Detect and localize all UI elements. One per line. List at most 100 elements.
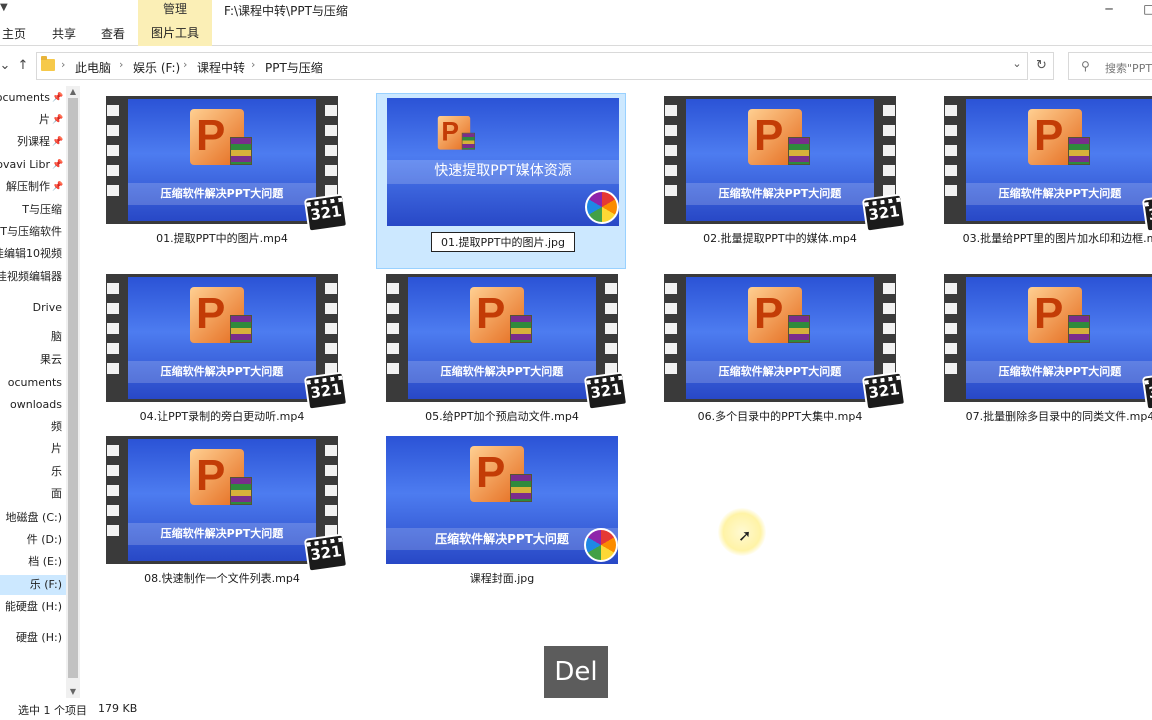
- sidebar-item[interactable]: 片 📌: [0, 110, 66, 130]
- media-player-badge-icon: 321: [1141, 193, 1152, 233]
- sidebar-item-label: Drive: [32, 301, 62, 314]
- file-tile[interactable]: P 压缩软件解决PPT大问题 课程封面.jpg: [362, 426, 618, 602]
- thumbnail-screen: P 压缩软件解决PPT大问题: [966, 99, 1152, 221]
- maximize-button[interactable]: □: [1126, 0, 1152, 20]
- sidebar-item[interactable]: 解压制作 📌: [0, 177, 66, 197]
- file-tile[interactable]: P 压缩软件解决PPT大问题 321 06.多个目录中的PPT大集中.mp4: [640, 264, 907, 440]
- file-name: 05.给PPT加个预启动文件.mp4: [425, 410, 579, 423]
- thumbnail-screen: P 压缩软件解决PPT大问题: [966, 277, 1152, 399]
- address-bar[interactable]: › 此电脑 › 娱乐 (F:) › 课程中转 › PPT与压缩 ⌄: [36, 52, 1028, 80]
- tab-picture-tools[interactable]: 图片工具: [138, 20, 212, 46]
- sidebar-item-label: 面: [51, 487, 62, 500]
- mouse-cursor-icon: ➚: [738, 526, 752, 545]
- powerpoint-logo-icon: P: [748, 109, 812, 169]
- quick-access-dropdown-icon[interactable]: ▼: [0, 2, 16, 18]
- chevron-right-icon[interactable]: ›: [251, 58, 255, 71]
- chevron-right-icon[interactable]: ›: [61, 58, 65, 71]
- selection-count: 选中 1 个项目: [18, 704, 87, 717]
- thumbnail-screen: P 压缩软件解决PPT大问题: [686, 277, 874, 399]
- chevron-down-icon[interactable]: ⌄: [1009, 57, 1025, 75]
- sidebar-item-label: 件 (D:): [26, 533, 62, 546]
- recent-locations-icon[interactable]: ⌄: [0, 56, 14, 76]
- media-player-badge-icon: 321: [861, 371, 907, 411]
- scroll-down-icon[interactable]: ▼: [66, 686, 80, 698]
- file-tile[interactable]: P 压缩软件解决PPT大问题 321 01.提取PPT中的图片.mp4: [82, 86, 349, 262]
- breadcrumb-drive-f[interactable]: 娱乐 (F:): [133, 59, 180, 76]
- tab-share[interactable]: 共享: [52, 25, 76, 42]
- file-view: P 压缩软件解决PPT大问题 321 01.提取PPT中的图片.mp4 P 快速提取PPT…: [82, 86, 1152, 696]
- sidebar-item[interactable]: 件 (D:): [0, 530, 66, 550]
- file-tile[interactable]: P 压缩软件解决PPT大问题 321 02.批量提取PPT中的媒体.mp4: [640, 86, 907, 262]
- file-tile[interactable]: P 压缩软件解决PPT大问题 321 03.批量给PPT里的图片加水印和边框.m: [920, 86, 1152, 262]
- sidebar-item[interactable]: 脑: [0, 327, 66, 347]
- sidebar-item-label: 档 (E:): [28, 555, 62, 568]
- scroll-up-icon[interactable]: ▲: [66, 86, 80, 98]
- filename-edit-field[interactable]: 01.提取PPT中的图片.jpg: [431, 232, 575, 252]
- file-tile[interactable]: P 压缩软件解决PPT大问题 321 05.给PPT加个预启动文件.mp4: [362, 264, 629, 440]
- thumbnail-screen: P 压缩软件解决PPT大问题: [128, 99, 316, 221]
- sidebar-item[interactable]: 果云: [0, 350, 66, 370]
- scrollbar-thumb[interactable]: [68, 98, 78, 678]
- ribbon-tabs: 主页 共享 查看 图片工具: [0, 20, 1152, 46]
- chevron-right-icon[interactable]: ›: [183, 58, 187, 71]
- pin-icon: 📌: [52, 93, 64, 103]
- video-thumbnail: P 压缩软件解决PPT大问题 321: [106, 274, 349, 411]
- file-name: 07.批量删除多目录中的同类文件.mp4: [965, 410, 1152, 423]
- thumbnail-caption: 压缩软件解决PPT大问题: [128, 183, 316, 205]
- sidebar-item-label: 片: [51, 442, 62, 455]
- sidebar-item[interactable]: Drive: [0, 298, 66, 318]
- search-icon: ⚲: [1081, 59, 1090, 73]
- sidebar-item[interactable]: ovavi Libr 📌: [0, 155, 66, 175]
- sidebar-item-label: ovavi Libr: [0, 158, 50, 171]
- sidebar-item[interactable]: 乐 (F:): [0, 575, 66, 595]
- file-tile[interactable]: P 快速提取PPT媒体资源 01.提取PPT中的图片.jpg: [376, 93, 626, 269]
- sidebar-item[interactable]: T与压缩: [0, 200, 66, 220]
- powerpoint-logo-icon: P: [748, 287, 812, 347]
- sidebar-item[interactable]: 佳视频编辑器: [0, 267, 66, 287]
- sidebar-item[interactable]: 列课程 📌: [0, 132, 66, 152]
- sidebar-item[interactable]: T与压缩软件: [0, 222, 66, 242]
- thumbnail-caption: 压缩软件解决PPT大问题: [128, 361, 316, 383]
- pin-icon: 📌: [52, 160, 64, 170]
- sidebar-item[interactable]: ocuments 📌: [0, 88, 66, 108]
- breadcrumb-this-pc[interactable]: 此电脑: [75, 59, 111, 76]
- search-input[interactable]: ⚲ 搜索"PPT: [1068, 52, 1152, 80]
- sidebar-item-label: 列课程: [17, 135, 50, 148]
- tab-view[interactable]: 查看: [101, 25, 125, 42]
- media-player-badge-icon: 321: [861, 193, 907, 233]
- powerpoint-logo-icon: P: [470, 446, 534, 506]
- up-arrow-icon[interactable]: ↑: [14, 56, 32, 76]
- breadcrumb-course-transfer[interactable]: 课程中转: [197, 59, 245, 76]
- sidebar-item[interactable]: 频: [0, 417, 66, 437]
- pin-icon: 📌: [52, 182, 64, 192]
- thumbnail-caption: 压缩软件解决PPT大问题: [128, 523, 316, 545]
- breadcrumb-ppt-compress[interactable]: PPT与压缩: [265, 59, 323, 76]
- sidebar-item[interactable]: ownloads: [0, 395, 66, 415]
- refresh-button[interactable]: ↻: [1030, 52, 1054, 80]
- file-tile[interactable]: P 压缩软件解决PPT大问题 321 04.让PPT录制的旁白更动听.mp4: [82, 264, 349, 440]
- sidebar-item[interactable]: 硬盘 (H:): [0, 628, 66, 648]
- sidebar-item[interactable]: ocuments: [0, 373, 66, 393]
- file-tile[interactable]: P 压缩软件解决PPT大问题 321 08.快速制作一个文件列表.mp4: [82, 426, 349, 602]
- sidebar-item[interactable]: 乐: [0, 462, 66, 482]
- video-thumbnail: P 压缩软件解决PPT大问题 321: [944, 274, 1152, 411]
- sidebar-item-label: T与压缩: [22, 203, 62, 216]
- sidebar-item[interactable]: 地磁盘 (C:): [0, 508, 66, 528]
- tab-home[interactable]: 主页: [2, 25, 26, 42]
- sidebar-item[interactable]: 片: [0, 439, 66, 459]
- file-tile[interactable]: P 压缩软件解决PPT大问题 321 07.批量删除多目录中的同类文件.mp4: [920, 264, 1152, 440]
- chevron-right-icon[interactable]: ›: [119, 58, 123, 71]
- thumbnail-screen: P 压缩软件解决PPT大问题: [686, 99, 874, 221]
- sidebar-item-label: 脑: [51, 330, 62, 343]
- thumbnail-caption: 快速提取PPT媒体资源: [387, 160, 619, 184]
- manage-context-tab[interactable]: 管理: [138, 0, 212, 20]
- thumbnail-caption: 压缩软件解决PPT大问题: [686, 183, 874, 205]
- sidebar-item[interactable]: 能硬盘 (H:): [0, 597, 66, 617]
- sidebar-item[interactable]: 佳编辑10视频: [0, 244, 66, 264]
- sidebar-item-label: 硬盘 (H:): [15, 631, 62, 644]
- image-thumbnail: P 压缩软件解决PPT大问题: [386, 436, 618, 564]
- sidebar-scrollbar[interactable]: ▲ ▼: [66, 86, 80, 698]
- sidebar-item[interactable]: 档 (E:): [0, 552, 66, 572]
- sidebar-item[interactable]: 面: [0, 484, 66, 504]
- window-title-path: F:\课程中转\PPT与压缩: [224, 4, 348, 18]
